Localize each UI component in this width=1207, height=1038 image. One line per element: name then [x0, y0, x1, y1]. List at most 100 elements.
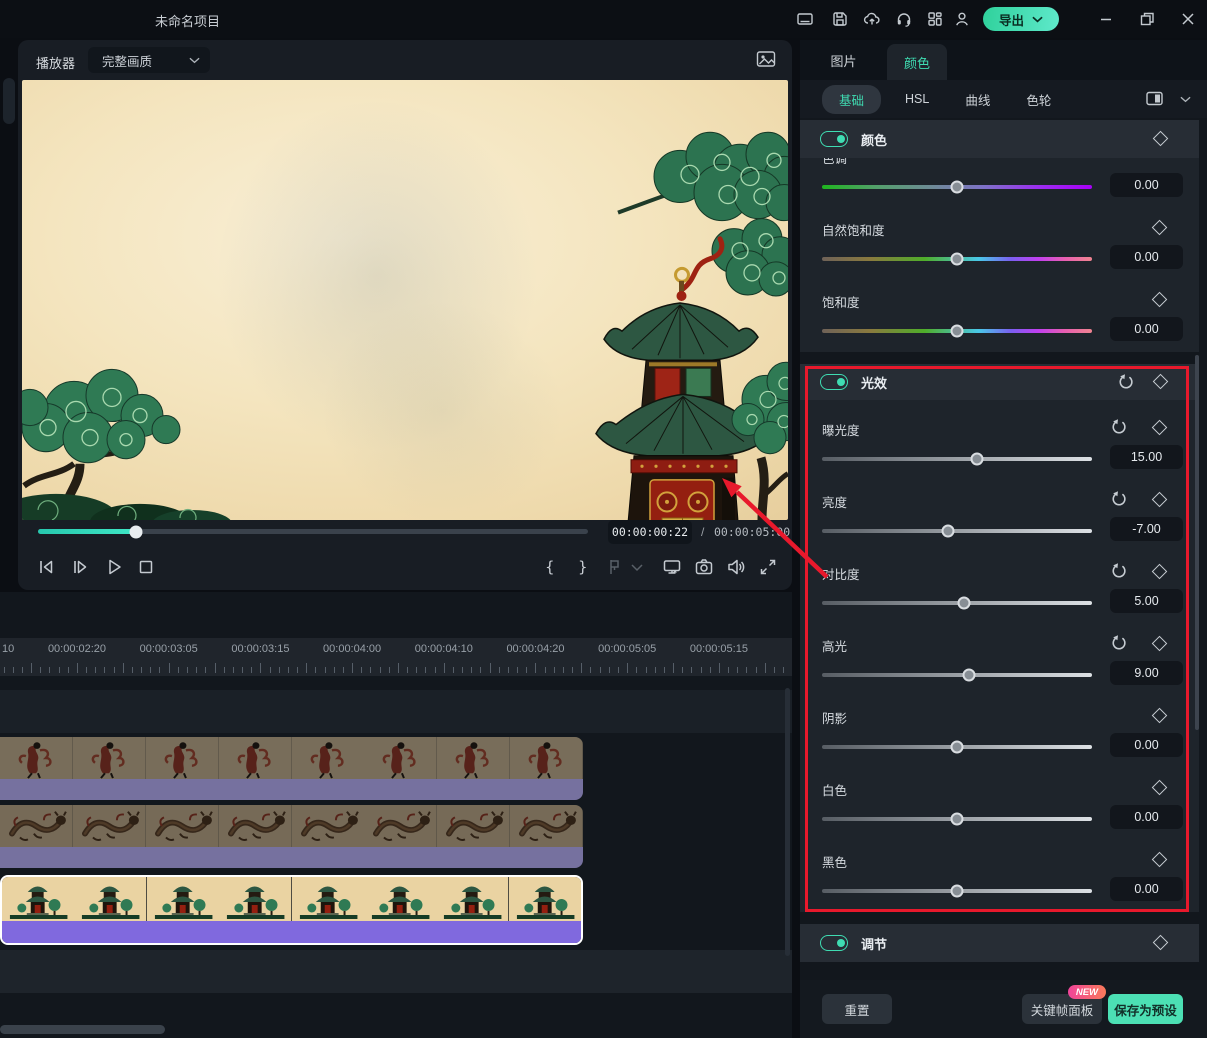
export-dropdown-chevron-icon[interactable] [1032, 16, 1043, 23]
timeline-ruler[interactable]: 1000:00:02:2000:00:03:0500:00:03:1500:00… [0, 638, 792, 676]
slider-thumb[interactable] [951, 325, 964, 338]
save-preset-button[interactable]: 保存为预设 [1108, 994, 1183, 1024]
minimize-button[interactable] [1097, 10, 1115, 28]
slider-thumb[interactable] [951, 181, 964, 194]
adjust-toggle[interactable] [820, 935, 848, 951]
reset-icon[interactable] [1110, 418, 1128, 436]
marker-chevron-icon[interactable] [631, 557, 643, 577]
slider-thumb[interactable] [957, 597, 970, 610]
slider-value[interactable]: 0.00 [1110, 245, 1183, 269]
mark-in-button[interactable]: { [545, 558, 555, 576]
subtab-色轮[interactable]: 色轮 [1026, 90, 1051, 109]
slider-track[interactable] [822, 817, 1092, 821]
slider-track[interactable] [822, 601, 1092, 605]
account-icon[interactable] [953, 10, 971, 28]
slider-track[interactable] [822, 457, 1092, 461]
slider-value[interactable]: 0.00 [1110, 173, 1183, 197]
playback-progress-bar[interactable] [38, 529, 588, 534]
left-panel-handle[interactable] [3, 78, 15, 124]
keyframe-diamond-icon[interactable] [1152, 220, 1168, 236]
compare-view-icon[interactable] [1146, 91, 1163, 106]
keyframe-diamond-icon[interactable] [1152, 852, 1168, 868]
tab-颜色[interactable]: 颜色 [887, 44, 947, 80]
keyframe-diamond-icon[interactable] [1152, 708, 1168, 724]
quality-selector[interactable]: 完整画质 [88, 47, 210, 73]
keyframe-diamond-icon[interactable] [1153, 374, 1169, 390]
fullscreen-icon[interactable] [758, 557, 778, 577]
marker-pin-icon[interactable] [604, 557, 624, 577]
slider-value[interactable]: 15.00 [1110, 445, 1183, 469]
cloud-upload-icon[interactable] [863, 10, 881, 28]
subtab-基础[interactable]: 基础 [822, 85, 881, 114]
layout-panel-icon[interactable] [796, 10, 814, 28]
slider-value[interactable]: 9.00 [1110, 661, 1183, 685]
slider-track[interactable] [822, 529, 1092, 533]
slider-track[interactable] [822, 257, 1092, 261]
slider-track[interactable] [822, 329, 1092, 333]
slider-thumb[interactable] [951, 253, 964, 266]
restore-button[interactable] [1138, 10, 1156, 28]
current-timecode[interactable]: 00:00:00:22 [608, 520, 692, 544]
empty-track-lane[interactable] [0, 950, 792, 993]
keyframe-diamond-icon[interactable] [1153, 131, 1169, 147]
slider-value[interactable]: -7.00 [1110, 517, 1183, 541]
keyframe-diamond-icon[interactable] [1152, 492, 1168, 508]
export-button[interactable]: 导出 [983, 7, 1059, 31]
clip-dragon[interactable] [0, 805, 583, 868]
previous-frame-button[interactable] [36, 557, 56, 577]
stop-button[interactable] [136, 557, 156, 577]
snapshot-image-icon[interactable] [756, 50, 776, 68]
slider-track[interactable] [822, 745, 1092, 749]
display-mode-icon[interactable] [662, 557, 682, 577]
play-button[interactable] [104, 557, 124, 577]
camera-snapshot-icon[interactable] [694, 557, 714, 577]
keyframe-panel-button[interactable]: 关键帧面板 NEW [1022, 994, 1102, 1024]
clip-pagoda-selected[interactable] [0, 875, 583, 945]
save-icon[interactable] [831, 10, 849, 28]
slider-value[interactable]: 5.00 [1110, 589, 1183, 613]
slider-value[interactable]: 0.00 [1110, 805, 1183, 829]
workspace-grid-icon[interactable] [926, 10, 944, 28]
slider-track[interactable] [822, 889, 1092, 893]
slider-thumb[interactable] [951, 813, 964, 826]
video-preview[interactable] [22, 80, 788, 520]
slider-value[interactable]: 0.00 [1110, 877, 1183, 901]
keyframe-diamond-icon[interactable] [1152, 636, 1168, 652]
reset-all-button[interactable]: 重置 [822, 994, 892, 1024]
next-frame-button[interactable] [70, 557, 90, 577]
close-button[interactable] [1179, 10, 1197, 28]
subtab-曲线[interactable]: 曲线 [965, 90, 990, 109]
slider-track[interactable] [822, 185, 1092, 189]
slider-value[interactable]: 0.00 [1110, 317, 1183, 341]
light-toggle[interactable] [820, 374, 848, 390]
reset-icon[interactable] [1110, 490, 1128, 508]
subtab-HSL[interactable]: HSL [905, 92, 929, 106]
tab-图片[interactable]: 图片 [800, 40, 887, 80]
slider-value[interactable]: 0.00 [1110, 733, 1183, 757]
timeline-vertical-scrollbar[interactable] [785, 688, 790, 956]
slider-thumb[interactable] [941, 525, 954, 538]
color-toggle[interactable] [820, 131, 848, 147]
empty-track-lane[interactable] [0, 690, 792, 733]
keyframe-diamond-icon[interactable] [1152, 292, 1168, 308]
slider-thumb[interactable] [963, 669, 976, 682]
mark-out-button[interactable]: } [578, 558, 588, 576]
reset-icon[interactable] [1110, 634, 1128, 652]
panel-dropdown-chevron-icon[interactable] [1180, 96, 1191, 103]
keyframe-diamond-icon[interactable] [1153, 935, 1169, 951]
support-headset-icon[interactable] [895, 10, 913, 28]
slider-thumb[interactable] [971, 453, 984, 466]
clip-figure[interactable] [0, 737, 583, 800]
keyframe-diamond-icon[interactable] [1152, 780, 1168, 796]
keyframe-diamond-icon[interactable] [1152, 564, 1168, 580]
slider-thumb[interactable] [951, 885, 964, 898]
timeline-horizontal-scrollbar[interactable] [0, 1025, 165, 1034]
progress-thumb[interactable] [129, 525, 142, 538]
keyframe-diamond-icon[interactable] [1152, 420, 1168, 436]
slider-thumb[interactable] [951, 741, 964, 754]
reset-icon[interactable] [1117, 373, 1135, 391]
reset-icon[interactable] [1110, 562, 1128, 580]
panel-scrollbar[interactable] [1195, 355, 1199, 730]
slider-track[interactable] [822, 673, 1092, 677]
volume-icon[interactable] [726, 557, 746, 577]
